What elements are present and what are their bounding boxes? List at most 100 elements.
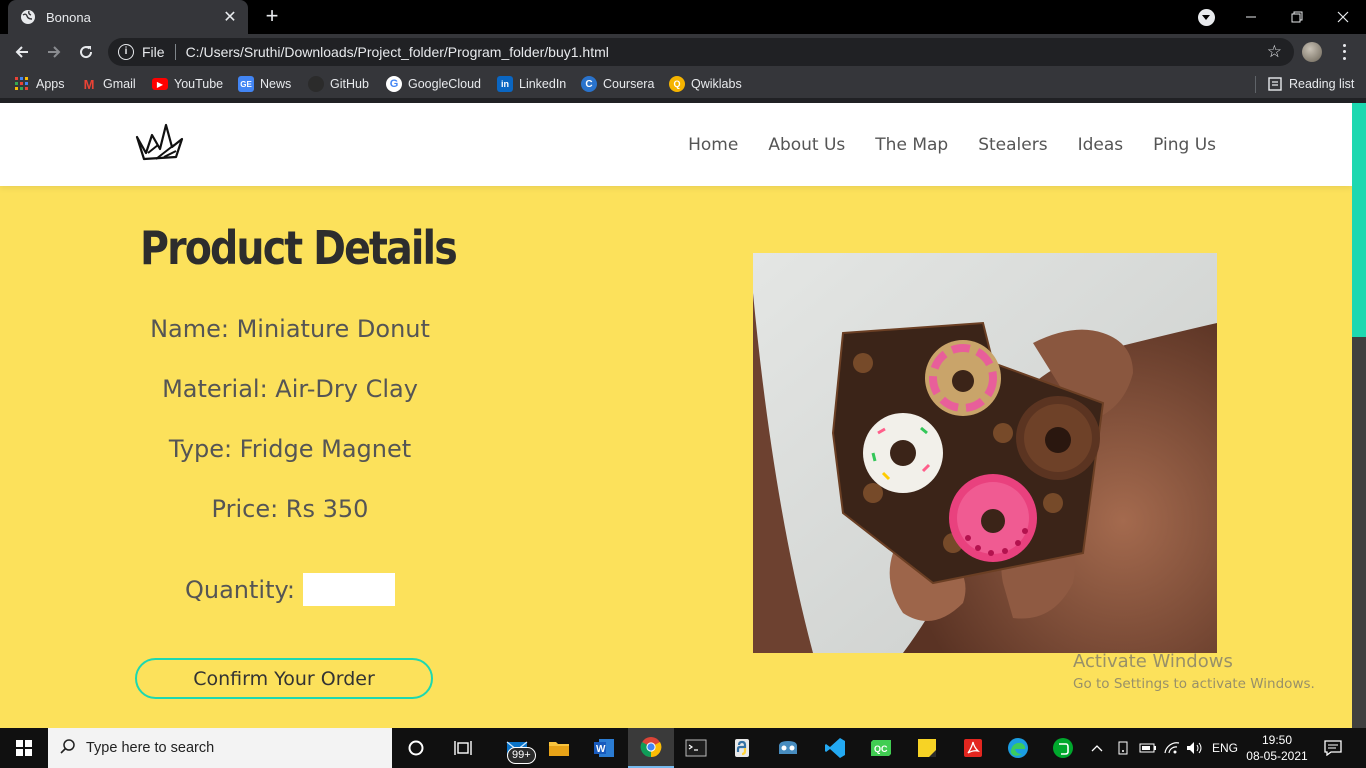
svg-text:W: W [596,744,606,755]
restore-button[interactable] [1274,0,1320,34]
battery-icon[interactable] [1139,728,1157,768]
bookmark-coursera[interactable]: C Coursera [581,75,654,93]
volume-icon[interactable] [1186,728,1204,768]
nav-stealers[interactable]: Stealers [978,135,1047,155]
taskbar-clock[interactable]: 19:50 08-05-2021 [1244,732,1310,764]
product-image [753,253,1217,653]
windows-taskbar: Type here to search W QC ENG 19:50 08-05… [0,728,1366,768]
product-material: Material: Air-Dry Clay [162,375,418,403]
notifications-icon[interactable] [1324,728,1342,768]
acrobat-icon[interactable] [950,728,996,768]
info-icon[interactable]: i [118,44,134,60]
bookmark-label: GoogleCloud [408,77,481,91]
profile-avatar[interactable] [1302,42,1322,62]
tab-strip: Bonona ✕ + [0,0,1366,34]
back-icon[interactable] [10,40,34,64]
bookmark-label: LinkedIn [519,77,567,91]
bookmark-googlecloud[interactable]: G GoogleCloud [386,75,481,93]
windows-start-icon[interactable] [0,728,48,768]
reading-list-label: Reading list [1289,77,1355,91]
bookmark-gmail[interactable]: M Gmail [81,75,136,93]
new-tab-button[interactable]: + [260,5,284,29]
qt-creator-icon[interactable]: QC [858,728,904,768]
vscode-icon[interactable] [812,728,858,768]
page-title: Product Details [140,221,458,275]
chrome-icon[interactable] [628,728,674,768]
nav-ping-us[interactable]: Ping Us [1153,135,1216,155]
bookmark-linkedin[interactable]: in LinkedIn [497,75,566,93]
clock-date: 08-05-2021 [1246,749,1308,763]
url-text[interactable]: C:/Users/Sruthi/Downloads/Project_folder… [186,44,609,60]
godot-icon[interactable] [765,728,811,768]
sticky-notes-icon[interactable] [904,728,950,768]
tray-chevron-icon[interactable] [1090,728,1104,768]
url-scheme: File [142,44,165,60]
page-viewport: Home About Us The Map Stealers Ideas Pin… [0,103,1352,728]
watermark-title: Activate Windows [1073,651,1233,672]
tray-device-icon[interactable] [1115,728,1131,768]
product-price: Price: Rs 350 [211,495,369,523]
close-window-button[interactable] [1320,0,1366,34]
quantity-row: Quantity: [140,573,440,606]
search-placeholder: Type here to search [86,740,215,756]
news-icon: GE [238,76,254,92]
bookmark-apps[interactable]: Apps [14,75,65,93]
bookmark-qwiklabs[interactable]: Q Qwiklabs [669,75,742,93]
edge-icon[interactable] [995,728,1041,768]
search-icon [60,738,76,759]
nav-about-us[interactable]: About Us [768,135,845,155]
python-icon[interactable] [719,728,765,768]
menu-dots-icon[interactable] [1336,42,1352,62]
apps-grid-icon [14,76,30,92]
product-type: Type: Fridge Magnet [168,435,412,463]
address-bar[interactable]: i File C:/Users/Sruthi/Downloads/Project… [108,38,1294,66]
tab-close-icon[interactable]: ✕ [222,7,238,27]
file-explorer-icon[interactable] [536,728,582,768]
cortana-icon[interactable] [393,728,439,768]
linkedin-icon: in [497,76,513,92]
browser-tab[interactable]: Bonona ✕ [8,0,248,34]
qwiklabs-icon: Q [669,76,685,92]
reading-list-button[interactable]: Reading list [1267,75,1354,93]
quantity-input[interactable] [303,573,396,606]
bookmark-divider [1255,76,1256,93]
mail-badge: 99+ [507,745,536,764]
nav-ideas[interactable]: Ideas [1078,135,1124,155]
confirm-order-button[interactable]: Confirm Your Order [135,658,433,699]
bookmark-label: News [260,77,292,91]
quantity-label: Quantity: [184,575,296,604]
bookmark-label: Coursera [603,77,655,91]
gmail-icon: M [83,76,95,92]
svg-text:QC: QC [874,744,888,754]
bookmarks-bar: Apps M Gmail ▶ YouTube GE News GitHub G Goog… [0,70,1366,98]
taskbar-search[interactable]: Type here to search [48,728,392,768]
globe-icon [20,9,36,25]
bookmark-label: YouTube [174,77,224,91]
page-scrollbar[interactable] [1352,103,1366,728]
terminal-icon[interactable] [673,728,719,768]
bookmark-label: Gmail [103,77,136,91]
crown-logo-icon[interactable] [134,123,186,163]
wifi-icon[interactable] [1163,728,1181,768]
bookmark-label: GitHub [330,77,369,91]
word-icon[interactable]: W [581,728,627,768]
google-icon: G [386,76,402,92]
forward-icon[interactable] [42,40,66,64]
reload-icon[interactable] [74,40,98,64]
tab-search-icon[interactable] [1198,9,1215,26]
evernote-icon[interactable] [1040,728,1086,768]
youtube-icon: ▶ [152,78,168,90]
nav-home[interactable]: Home [688,135,738,155]
bookmark-youtube[interactable]: ▶ YouTube [152,75,223,93]
bookmark-label: Qwiklabs [691,77,742,91]
bookmark-github[interactable]: GitHub [308,75,369,93]
task-view-icon[interactable] [440,728,486,768]
minimize-button[interactable] [1228,0,1274,34]
nav-the-map[interactable]: The Map [875,135,948,155]
scrollbar-thumb[interactable] [1352,103,1366,337]
coursera-icon: C [581,76,597,92]
main-nav: Home About Us The Map Stealers Ideas Pin… [688,135,1216,155]
bookmark-star-icon[interactable]: ☆ [1267,42,1282,62]
bookmark-news[interactable]: GE News [238,75,291,93]
language-indicator[interactable]: ENG [1212,728,1238,768]
